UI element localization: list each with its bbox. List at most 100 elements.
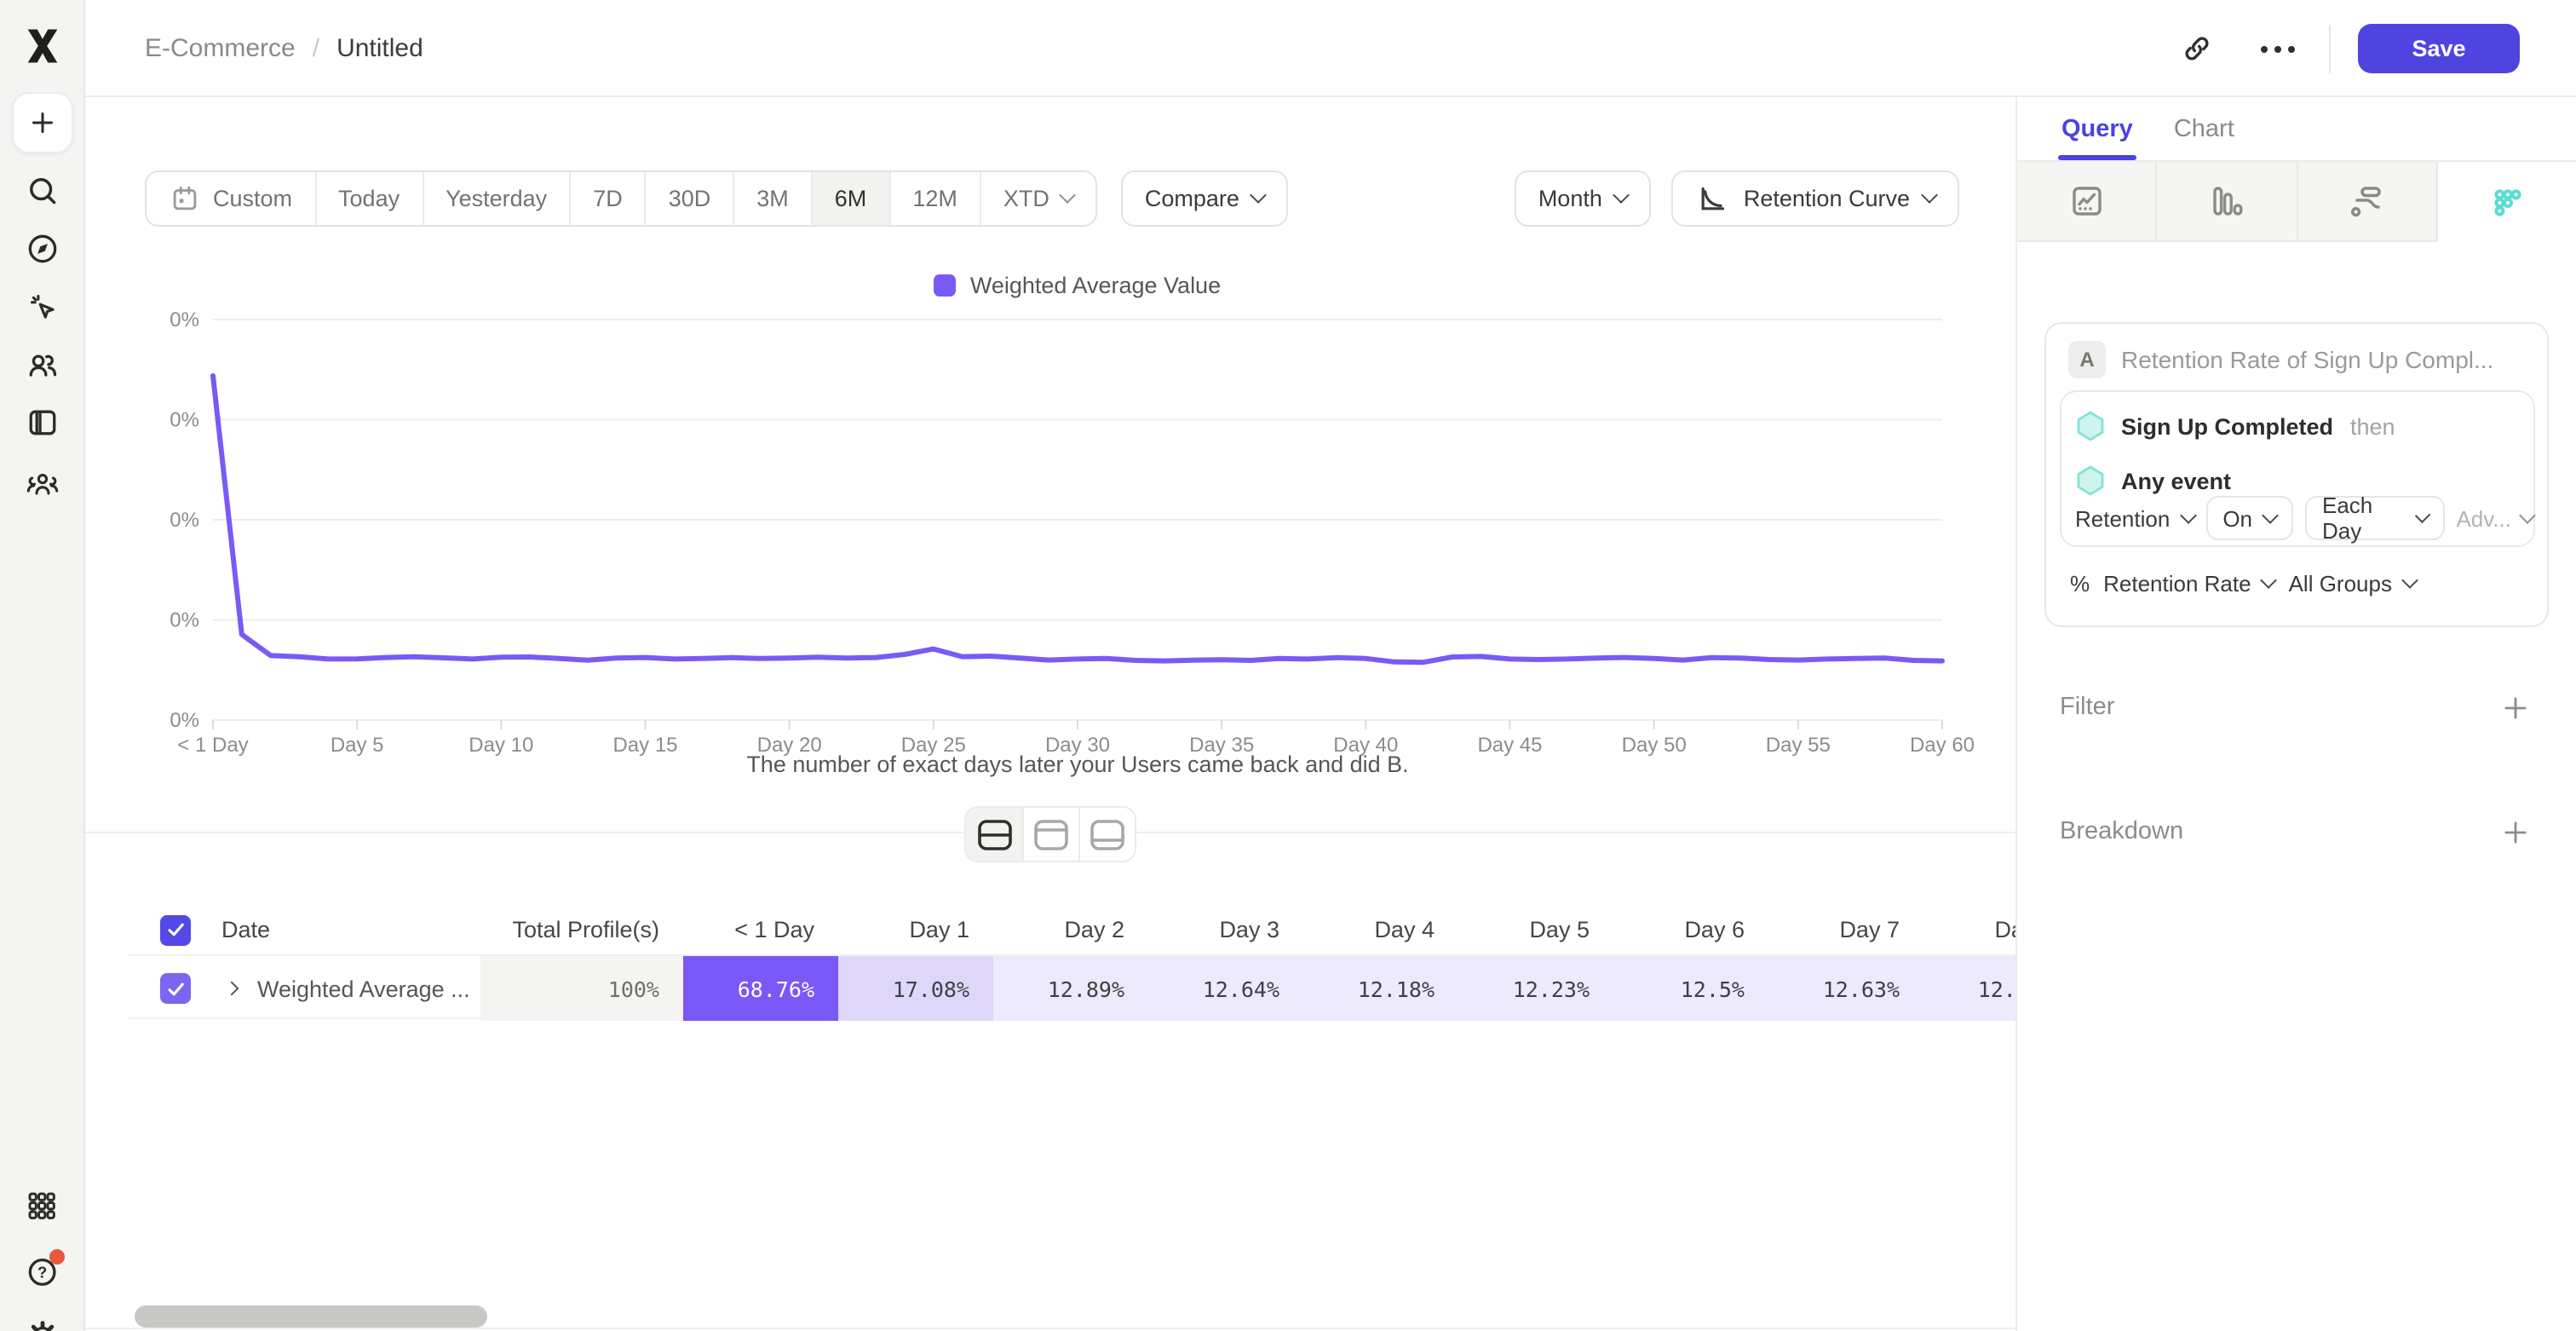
column-header-day-1: Day 1 <box>838 905 993 954</box>
retention-value-cell: 12.64% <box>1148 956 1303 1021</box>
date-range-12m[interactable]: 12M <box>888 172 980 225</box>
horizontal-scrollbar-thumb[interactable] <box>135 1305 487 1328</box>
filter-label: Filter <box>2060 694 2114 721</box>
second-event-row[interactable]: Any event <box>2061 460 2533 501</box>
groups-dropdown[interactable]: All Groups <box>2289 571 2416 596</box>
legend-label: Weighted Average Value <box>970 273 1221 298</box>
events-cursor-icon[interactable] <box>23 288 60 326</box>
row-expand-chevron-icon[interactable] <box>220 977 244 1000</box>
retention-value-cell: 12.5% <box>1613 956 1768 1021</box>
row-label-cell: Weighted Average ... <box>128 956 480 1021</box>
retention-on-dropdown[interactable]: On <box>2205 496 2293 540</box>
date-range-yesterday[interactable]: Yesterday <box>422 172 569 225</box>
discover-compass-icon[interactable] <box>23 230 60 268</box>
date-range-today[interactable]: Today <box>314 172 422 225</box>
column-header--1-day: < 1 Day <box>683 905 838 954</box>
percent-symbol: % <box>2070 571 2090 596</box>
create-report-button[interactable] <box>12 92 73 153</box>
more-options-button[interactable] <box>2254 25 2302 72</box>
date-range-xtd[interactable]: XTD <box>980 172 1095 225</box>
help-icon[interactable]: ? <box>23 1253 60 1290</box>
add-breakdown-button[interactable] <box>2498 815 2532 849</box>
retention-value-cell: 12.63% <box>1768 956 1923 1021</box>
retention-events-card: Sign Up Completed then Any event Retenti… <box>2060 390 2535 547</box>
users-icon[interactable] <box>23 346 60 383</box>
view-toggle-chart-only-icon[interactable] <box>1022 808 1078 861</box>
view-toggle-split-icon[interactable] <box>966 808 1022 861</box>
chart-settings-toolbar: Month Retention Curve <box>1515 170 1959 227</box>
date-range-30d[interactable]: 30D <box>645 172 733 225</box>
tab-query[interactable]: Query <box>2061 97 2133 160</box>
step-title-input[interactable]: Retention Rate of Sign Up Compl... <box>2121 346 2525 373</box>
app-window: ? E-Commerce / Untitled Save CustomToday… <box>0 0 2576 1331</box>
retention-value-cell: 12.23% <box>1458 956 1613 1021</box>
column-header-day-6: Day 6 <box>1613 905 1768 954</box>
column-header-day-5: Day 5 <box>1458 905 1613 954</box>
search-icon[interactable] <box>23 172 60 210</box>
filter-section: Filter <box>2060 689 2532 726</box>
report-type-flows-icon[interactable] <box>2297 162 2438 242</box>
date-range-custom[interactable]: Custom <box>147 172 314 225</box>
apps-grid-icon[interactable] <box>23 1188 60 1225</box>
tab-chart[interactable]: Chart <box>2174 97 2234 160</box>
granularity-dropdown[interactable]: Month <box>1515 170 1652 227</box>
svg-text:40%: 40% <box>170 509 199 532</box>
panel-tabs: Query Chart <box>2017 97 2576 162</box>
column-header-date: Date <box>128 905 480 954</box>
retention-value-cell: 17.08% <box>838 956 993 1021</box>
breadcrumb: E-Commerce / Untitled <box>145 0 423 97</box>
retention-curve-chart: 0%20%40%60%80%< 1 DayDay 5Day 10Day 15Da… <box>170 307 1976 760</box>
then-label: then <box>2350 413 2395 439</box>
breakdown-label: Breakdown <box>2060 818 2183 845</box>
step-badge: A <box>2068 341 2106 378</box>
column-header-day-7: Day 7 <box>1768 905 1923 954</box>
column-header-day-2: Day 2 <box>993 905 1148 954</box>
advanced-dropdown[interactable]: Adv... <box>2456 505 2533 531</box>
svg-text:80%: 80% <box>170 308 199 331</box>
retention-type-dropdown[interactable]: Retention <box>2075 505 2194 531</box>
top-header: E-Commerce / Untitled Save <box>85 0 2576 97</box>
help-notification-dot <box>49 1249 64 1265</box>
breadcrumb-project[interactable]: E-Commerce <box>145 34 296 63</box>
add-filter-button[interactable] <box>2498 690 2532 724</box>
date-range-7d[interactable]: 7D <box>569 172 645 225</box>
date-range-toolbar: CustomTodayYesterday7D30D3M6M12MXTD Comp… <box>145 170 1289 227</box>
retention-value-cell: 12.89% <box>993 956 1148 1021</box>
report-type-tabs <box>2017 162 2576 242</box>
chart-type-dropdown[interactable]: Retention Curve <box>1672 170 1959 227</box>
retention-interval-dropdown[interactable]: Each Day <box>2305 496 2444 540</box>
view-toggle-group <box>964 806 1136 862</box>
query-panel: Query Chart A Retention Rate of Sign Up … <box>2015 97 2576 1331</box>
first-event-row[interactable]: Sign Up Completed then <box>2061 406 2533 447</box>
compare-button[interactable]: Compare <box>1121 170 1289 227</box>
cohorts-icon[interactable] <box>23 465 60 503</box>
retention-value-cell: 68.76% <box>683 956 838 1021</box>
date-range-6m[interactable]: 6M <box>811 172 889 225</box>
retention-value-cell: 100% <box>480 956 683 1021</box>
row-checkbox[interactable] <box>160 973 191 1004</box>
table-bottom-border <box>85 1328 2015 1329</box>
retention-value-cell: 12.41% <box>1923 956 2015 1021</box>
legend-item[interactable]: Weighted Average Value <box>213 273 1942 298</box>
row-name[interactable]: Weighted Average ... <box>257 976 470 1001</box>
mixpanel-logo[interactable] <box>20 24 65 68</box>
settings-gear-icon[interactable] <box>23 1317 60 1331</box>
copy-link-icon[interactable] <box>2172 25 2220 72</box>
table-header-row: DateTotal Profile(s)< 1 DayDay 1Day 2Day… <box>128 905 2015 954</box>
report-type-insights-icon[interactable] <box>2017 162 2158 242</box>
chart-caption: The number of exact days later your User… <box>213 752 1942 777</box>
boards-icon[interactable] <box>23 404 60 441</box>
date-range-3m[interactable]: 3M <box>733 172 811 225</box>
breadcrumb-report-title[interactable]: Untitled <box>336 34 423 63</box>
report-type-retention-icon[interactable] <box>2438 162 2576 242</box>
table-row: Weighted Average ... 100%68.76%17.08%12.8… <box>128 954 2015 1019</box>
breadcrumb-separator: / <box>313 34 319 63</box>
metric-dropdown[interactable]: Retention Rate <box>2103 571 2274 596</box>
save-button[interactable]: Save <box>2358 24 2520 73</box>
retention-table: DateTotal Profile(s)< 1 DayDay 1Day 2Day… <box>128 905 2015 1024</box>
column-header-day-4: Day 4 <box>1303 905 1458 954</box>
report-type-funnels-icon[interactable] <box>2158 162 2298 242</box>
select-all-checkbox[interactable] <box>160 914 191 945</box>
header-divider <box>2329 25 2331 72</box>
view-toggle-table-only-icon[interactable] <box>1078 808 1135 861</box>
